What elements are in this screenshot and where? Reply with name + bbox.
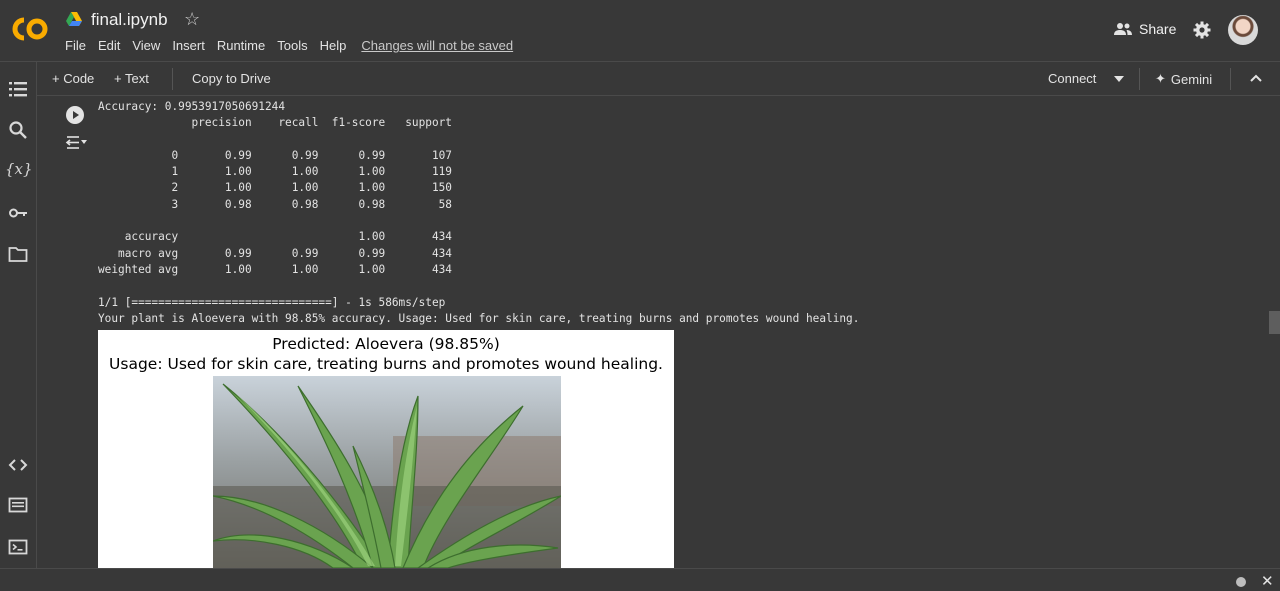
run-cell-button[interactable] <box>66 106 84 124</box>
output-actions-icon[interactable] <box>65 134 87 150</box>
menu-view[interactable]: View <box>132 38 160 53</box>
unsaved-changes-link[interactable]: Changes will not be saved <box>361 38 513 53</box>
avatar[interactable] <box>1228 15 1258 45</box>
scrollbar-thumb[interactable] <box>1269 311 1280 334</box>
menu-insert[interactable]: Insert <box>172 38 205 53</box>
output-line: macro avg 0.99 0.99 0.99 434 <box>98 246 452 260</box>
output-line: weighted avg 1.00 1.00 1.00 434 <box>98 262 452 276</box>
left-sidebar: {x} <box>0 62 37 568</box>
output-line: precision recall f1-score support <box>98 116 453 130</box>
toolbar-divider <box>1139 68 1140 90</box>
people-icon <box>1114 23 1132 35</box>
table-of-contents-icon[interactable] <box>8 79 28 99</box>
copy-to-drive-button[interactable]: Copy to Drive <box>192 71 271 86</box>
output-line: accuracy 1.00 434 <box>98 230 452 244</box>
output-line: 0 0.99 0.99 0.99 107 <box>98 148 452 162</box>
close-icon[interactable]: ✕ <box>1261 572 1274 590</box>
google-drive-icon[interactable] <box>66 12 82 26</box>
add-text-button[interactable]: + Text <box>114 71 149 86</box>
toolbar-divider <box>1230 68 1231 90</box>
figure-title-prediction: Predicted: Aloevera (98.85%) <box>272 335 500 353</box>
gemini-button[interactable]: ✦ Gemini <box>1155 71 1212 87</box>
add-code-button[interactable]: + Code <box>52 71 94 86</box>
figure-title-usage: Usage: Used for skin care, treating burn… <box>109 355 663 373</box>
code-snippets-icon[interactable] <box>8 455 28 475</box>
output-line: 2 1.00 1.00 1.00 150 <box>98 181 452 195</box>
secrets-key-icon[interactable] <box>8 203 28 223</box>
aloevera-plant-image <box>213 376 561 568</box>
menu-tools[interactable]: Tools <box>277 38 307 53</box>
terminal-icon[interactable] <box>8 537 28 557</box>
sparkle-icon: ✦ <box>1155 71 1166 86</box>
connect-button[interactable]: Connect <box>1048 71 1096 86</box>
star-icon[interactable]: ☆ <box>184 9 200 30</box>
gemini-label: Gemini <box>1170 71 1213 87</box>
menu-edit[interactable]: Edit <box>98 38 120 53</box>
variables-icon[interactable]: {x} <box>5 160 33 180</box>
chevron-down-icon[interactable] <box>1114 76 1124 82</box>
cell-output-text: Accuracy: 0.9953917050691244 precision r… <box>98 99 859 327</box>
output-line: Accuracy: 0.9953917050691244 <box>98 100 286 113</box>
search-icon[interactable] <box>8 120 28 140</box>
output-line: 1/1 [==============================] - 1… <box>98 295 446 309</box>
share-button[interactable]: Share <box>1114 21 1176 37</box>
prediction-figure: Predicted: Aloevera (98.85%) Usage: Used… <box>98 330 674 568</box>
toolbar-divider <box>172 68 173 90</box>
notebook-content: Accuracy: 0.9953917050691244 precision r… <box>37 96 1280 568</box>
output-line: 1 1.00 1.00 1.00 119 <box>98 165 452 179</box>
output-line: 3 0.98 0.98 0.98 58 <box>98 197 452 211</box>
menu-runtime[interactable]: Runtime <box>217 38 265 53</box>
command-palette-icon[interactable] <box>8 495 28 515</box>
menu-help[interactable]: Help <box>320 38 347 53</box>
header-bar: final.ipynb ☆ File Edit View Insert Runt… <box>0 0 1280 62</box>
output-line: Your plant is Aloevera with 98.85% accur… <box>98 311 860 325</box>
menu-file[interactable]: File <box>65 38 86 53</box>
colab-logo-icon[interactable] <box>10 14 50 44</box>
share-label: Share <box>1139 21 1177 37</box>
status-indicator-icon[interactable] <box>1236 577 1246 587</box>
gear-icon[interactable] <box>1193 21 1211 39</box>
files-folder-icon[interactable] <box>8 244 28 264</box>
chevron-up-icon[interactable] <box>1250 74 1262 82</box>
status-bar: ✕ <box>0 568 1280 591</box>
notebook-toolbar: + Code + Text Copy to Drive Connect ✦ Ge… <box>37 62 1280 96</box>
notebook-title[interactable]: final.ipynb <box>91 10 168 30</box>
menu-bar: File Edit View Insert Runtime Tools Help… <box>65 38 525 53</box>
